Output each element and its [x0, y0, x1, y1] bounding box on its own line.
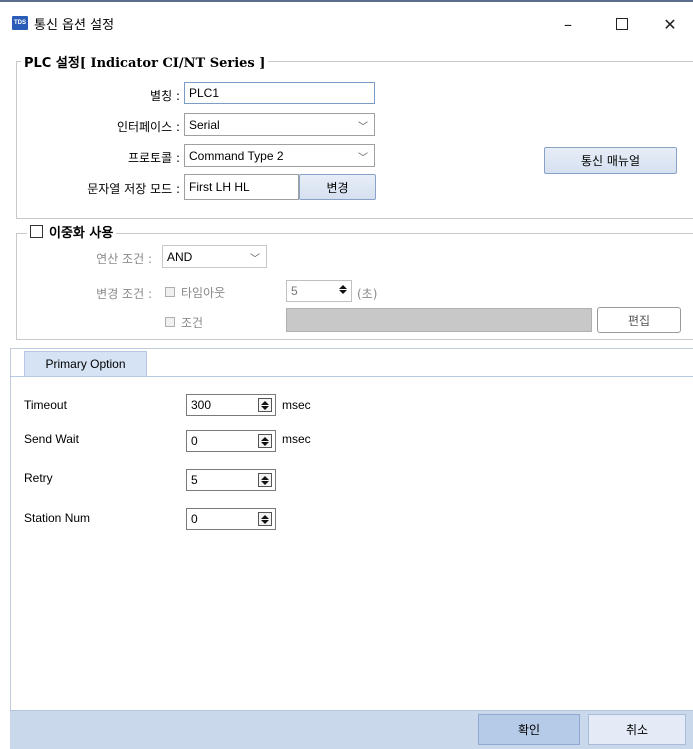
- protocol-value: Command Type 2: [189, 148, 284, 163]
- operation-cond-label: 연산 조건 :: [96, 252, 152, 266]
- cancel-button[interactable]: 취소: [588, 714, 686, 745]
- send-wait-label: Send Wait: [24, 432, 79, 446]
- interface-select[interactable]: Serial ﹀: [184, 113, 375, 136]
- spin-arrows-icon[interactable]: [258, 398, 272, 412]
- window-title: 통신 옵션 설정: [34, 18, 115, 33]
- protocol-label: 프로토콜 :: [127, 151, 180, 165]
- spin-arrows-icon[interactable]: [258, 512, 272, 526]
- comm-manual-button[interactable]: 통신 매뉴얼: [544, 147, 677, 174]
- string-mode-label: 문자열 저장 모드 :: [87, 182, 180, 196]
- interface-value: Serial: [189, 117, 220, 132]
- edit-button: 편집: [597, 307, 681, 333]
- spin-arrows-icon[interactable]: [258, 434, 272, 448]
- send-wait-spinbox-value: 0: [191, 434, 198, 448]
- send-wait-unit-label: msec: [282, 432, 311, 446]
- maximize-button[interactable]: [600, 10, 644, 38]
- plc-legend-prefix: PLC 설정: [24, 56, 80, 71]
- timeout-unit-label: msec: [282, 398, 311, 412]
- ok-button[interactable]: 확인: [478, 714, 580, 745]
- timeout-checkbox: [165, 287, 175, 297]
- send-wait-spinbox[interactable]: 0: [186, 430, 276, 452]
- timeout-stepper-value: 5: [291, 284, 298, 298]
- change-button[interactable]: 변경: [299, 174, 376, 200]
- spin-arrows-icon[interactable]: [258, 473, 272, 487]
- timeout-check-label: 타임아웃: [181, 286, 226, 300]
- alias-input[interactable]: PLC1: [184, 82, 375, 104]
- close-button[interactable]: ✕: [648, 10, 692, 38]
- app-logo-icon: TDS: [12, 16, 28, 30]
- timeout-spinbox-value: 300: [191, 398, 212, 412]
- protocol-select[interactable]: Command Type 2 ﹀: [184, 144, 375, 167]
- condition-field: [286, 308, 592, 332]
- change-cond-label: 변경 조건 :: [96, 287, 152, 301]
- operation-select: AND ﹀: [162, 245, 267, 268]
- chevron-down-icon: ﹀: [358, 122, 368, 133]
- minimize-button[interactable]: –: [546, 10, 590, 38]
- condition-checkbox: [165, 317, 175, 327]
- retry-label: Retry: [24, 471, 53, 485]
- station-num-spinbox-value: 0: [191, 512, 198, 526]
- redundancy-label: 이중화 사용: [49, 226, 114, 241]
- title-bar: TDS 통신 옵션 설정 – ✕: [0, 0, 693, 44]
- chevron-down-icon: ﹀: [358, 153, 368, 164]
- interface-label: 인터페이스 :: [116, 120, 180, 134]
- plc-legend-series: [ Indicator CI/NT Series ]: [79, 56, 266, 71]
- tab-primary-option[interactable]: Primary Option: [24, 351, 147, 376]
- stepper-arrows-icon: [339, 285, 347, 294]
- station-num-label: Station Num: [24, 511, 91, 525]
- condition-check-label: 조건: [181, 316, 204, 330]
- tab-divider: [10, 376, 693, 377]
- timeout-spinbox[interactable]: 300: [186, 394, 276, 416]
- primary-option-panel: [10, 348, 693, 710]
- plc-group-legend: PLC 설정[ Indicator CI/NT Series ]: [21, 52, 269, 71]
- timeout-label: Timeout: [24, 398, 67, 412]
- timeout-unit: (초): [357, 287, 378, 301]
- station-num-spinbox[interactable]: 0: [186, 508, 276, 530]
- redundancy-legend: 이중화 사용: [27, 222, 117, 241]
- timeout-stepper: 5: [286, 280, 352, 302]
- alias-label: 별칭 :: [150, 89, 180, 103]
- string-mode-field: First LH HL: [184, 174, 299, 200]
- maximize-icon: [616, 18, 628, 30]
- operation-value: AND: [167, 249, 193, 264]
- redundancy-checkbox[interactable]: [30, 225, 43, 238]
- retry-spinbox-value: 5: [191, 473, 198, 487]
- chevron-down-icon: ﹀: [250, 254, 260, 265]
- retry-spinbox[interactable]: 5: [186, 469, 276, 491]
